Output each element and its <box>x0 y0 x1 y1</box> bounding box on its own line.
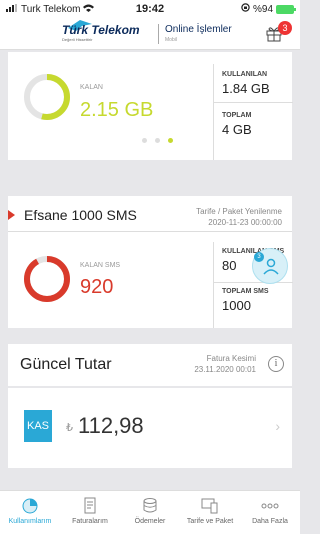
battery-icon <box>276 4 296 14</box>
gift-badge: 3 <box>278 21 292 35</box>
tab-bar: Kullanımlarım Faturalarım Ödemeler Tarif… <box>0 490 300 534</box>
data-usage-card[interactable]: KALAN 2.15 GB KULLANILAN 1.84 GB TOPLAM … <box>8 52 293 160</box>
card-divider <box>8 231 292 232</box>
carrier-name: Turk Telekom <box>21 3 81 15</box>
carousel-dot[interactable] <box>155 138 160 143</box>
app-header: Türk Telekom Değerli Hissettirir Online … <box>0 18 300 50</box>
sms-remaining-label: KALAN SMS <box>80 262 121 269</box>
sms-remaining-value: 920 <box>80 276 114 298</box>
bill-month-badge: KAS <box>24 410 52 442</box>
sms-total-label: TOPLAM SMS <box>222 288 269 295</box>
data-used-cell: KULLANILAN 1.84 GB <box>222 71 270 96</box>
carousel-dot-active[interactable] <box>168 138 173 143</box>
data-used-value: 1.84 GB <box>222 81 270 96</box>
sms-column-divider <box>214 282 293 283</box>
assistant-badge: 3 <box>254 252 264 262</box>
package-title: Efsane 1000 SMS <box>24 207 137 223</box>
sms-total-cell: TOPLAM SMS 1000 <box>222 288 269 313</box>
tab-label: Tarife ve Paket <box>186 518 234 525</box>
wifi-icon <box>83 4 95 15</box>
status-right: %94 <box>241 3 296 15</box>
invoice-icon <box>80 496 100 516</box>
header-divider <box>158 24 159 44</box>
data-right-column: KULLANILAN 1.84 GB TOPLAM 4 GB <box>213 64 293 160</box>
data-total-cell: TOPLAM 4 GB <box>222 112 252 137</box>
current-amount-header: Güncel Tutar Fatura Kesimi 23.11.2020 00… <box>8 344 292 386</box>
status-left: Turk Telekom <box>6 3 241 15</box>
bill-cutoff-label: Fatura Kesimi <box>206 354 256 363</box>
data-used-label: KULLANILAN <box>222 71 268 78</box>
logo: Türk Telekom Değerli Hissettirir <box>62 23 140 42</box>
currency-symbol: ₺ <box>66 422 73 434</box>
header-subtitle: Mobil <box>165 37 177 43</box>
logo-name: Türk Telekom <box>62 23 140 37</box>
battery-percent: %94 <box>252 3 273 15</box>
current-amount-title: Güncel Tutar <box>20 356 112 373</box>
sms-total-value: 1000 <box>222 298 251 313</box>
more-icon <box>260 496 280 516</box>
info-icon[interactable]: i <box>268 356 284 372</box>
bill-amount: 112,98 <box>78 413 144 438</box>
renew-label: Tarife / Paket Yenilenme <box>196 207 282 216</box>
person-icon <box>263 258 279 275</box>
carousel-dot[interactable] <box>142 138 147 143</box>
signal-icon <box>6 3 18 15</box>
tab-label: Faturalarım <box>72 518 108 525</box>
current-amount-card[interactable]: KAS ₺ 112,98 › <box>8 388 292 468</box>
tab-tariff-package[interactable]: Tarife ve Paket <box>180 491 240 534</box>
package-flag-icon <box>8 210 15 220</box>
tab-more[interactable]: Daha Fazla <box>240 491 300 534</box>
tab-usage[interactable]: Kullanımlarım <box>0 491 60 534</box>
sms-donut-chart <box>24 256 70 302</box>
data-total-label: TOPLAM <box>222 112 252 119</box>
tab-label: Ödemeler <box>134 518 166 525</box>
data-remaining-label: KALAN <box>80 84 103 91</box>
bill-cutoff-date: 23.11.2020 00:01 <box>194 365 256 374</box>
devices-icon <box>200 496 220 516</box>
coins-icon <box>140 496 160 516</box>
sms-package-card[interactable]: Efsane 1000 SMS Tarife / Paket Yenilenme… <box>8 196 293 328</box>
data-remaining-value: 2.15 GB <box>80 99 154 121</box>
lock-rotation-icon <box>241 3 250 15</box>
tab-label: Kullanımlarım <box>8 518 52 525</box>
tab-payments[interactable]: Ödemeler <box>120 491 180 534</box>
logo-tagline: Değerli Hissettirir <box>62 37 93 42</box>
pie-chart-icon <box>20 496 40 516</box>
tab-label: Daha Fazla <box>252 518 288 525</box>
header-title: Online İşlemler <box>165 24 232 35</box>
data-column-divider <box>214 102 293 103</box>
data-donut-chart <box>24 74 70 120</box>
chevron-right-icon[interactable]: › <box>275 418 280 434</box>
data-total-value: 4 GB <box>222 122 252 137</box>
renew-date: 2020-11-23 00:00:00 <box>208 218 282 227</box>
carousel-dots[interactable] <box>142 138 173 143</box>
tab-invoices[interactable]: Faturalarım <box>60 491 120 534</box>
status-bar: Turk Telekom 19:42 %94 <box>0 0 300 18</box>
